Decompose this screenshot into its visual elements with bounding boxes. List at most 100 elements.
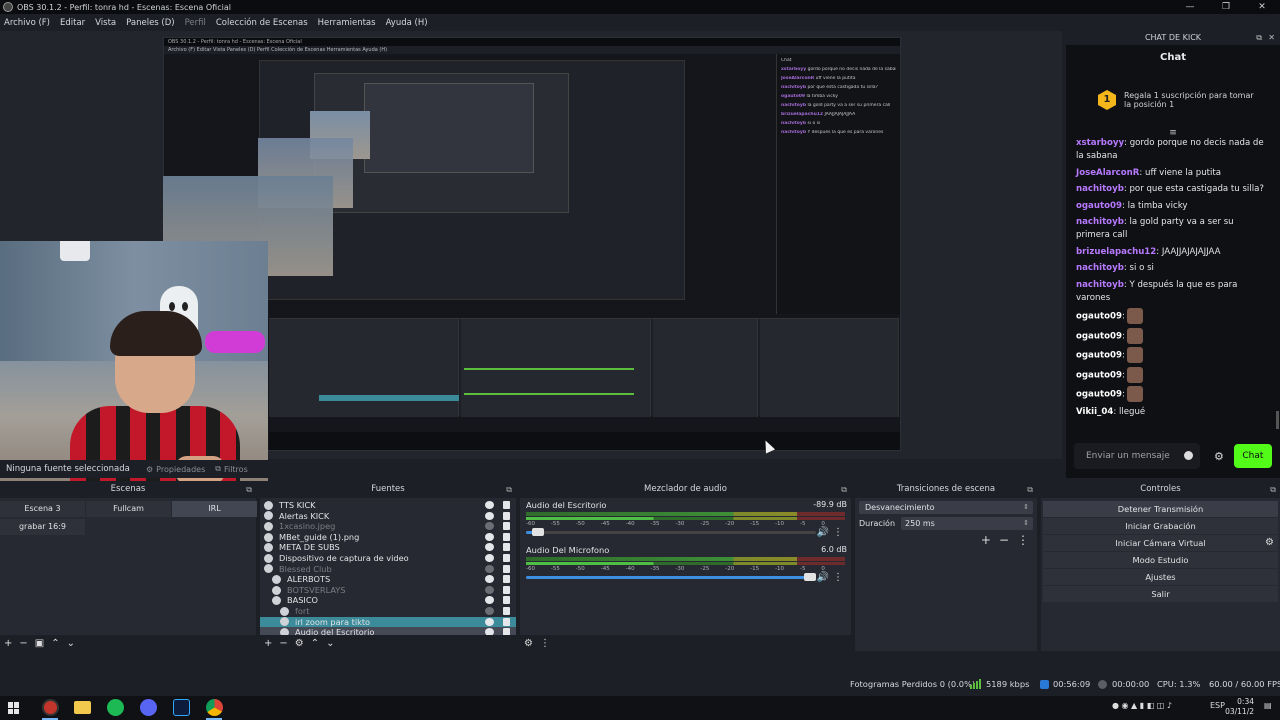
lock-icon[interactable] (503, 585, 510, 594)
channel-menu-icon[interactable]: ⋮ (833, 572, 843, 583)
minimize-button[interactable]: — (1172, 0, 1208, 14)
spotify-icon[interactable] (107, 699, 124, 716)
control-button[interactable]: Iniciar Cámara Virtual ⚙ (1043, 535, 1278, 551)
menu-docks[interactable]: Paneles (D) (126, 18, 174, 28)
scene-item[interactable]: IRL (172, 501, 257, 517)
slider-handle[interactable] (531, 528, 544, 536)
maximize-button[interactable]: ❐ (1208, 0, 1244, 14)
photoshop-icon[interactable] (173, 699, 190, 716)
lock-icon[interactable] (503, 596, 510, 605)
remove-scene-icon[interactable]: − (19, 638, 27, 649)
remove-transition-icon[interactable]: − (999, 533, 1009, 547)
source-item[interactable]: fort (260, 606, 516, 617)
mixer-menu-icon[interactable]: ⋮ (540, 638, 550, 649)
control-button[interactable]: Salir (1043, 586, 1278, 602)
filters-button[interactable]: ⧉ Filtros (215, 464, 248, 474)
remove-source-icon[interactable]: − (279, 638, 287, 649)
lock-icon[interactable] (503, 543, 510, 552)
source-item[interactable]: Dispositivo de captura de video (260, 553, 516, 564)
menu-help[interactable]: Ayuda (H) (386, 18, 428, 28)
add-transition-icon[interactable]: + (981, 533, 991, 547)
lock-icon[interactable] (503, 564, 510, 573)
menu-profile[interactable]: Perfil (185, 18, 206, 28)
chat-username[interactable]: nachitoyb (1076, 280, 1124, 290)
move-down-icon[interactable]: ⌄ (326, 638, 334, 649)
tray-icons[interactable]: ● ◉ ▲ ▮ ◧ ◫ ♪ (1112, 701, 1172, 710)
source-item[interactable]: irl zoom para tikto (260, 616, 516, 628)
chat-username[interactable]: nachitoyb (1076, 263, 1124, 273)
discord-icon[interactable] (140, 699, 157, 716)
lock-icon[interactable] (503, 606, 510, 615)
lock-icon[interactable] (503, 575, 510, 584)
visibility-eye-icon[interactable] (485, 522, 494, 531)
source-item[interactable]: ALERBOTS (260, 574, 516, 585)
chat-username[interactable]: ogauto09 (1076, 370, 1122, 380)
source-item[interactable]: MBet_guide (1).png (260, 532, 516, 543)
source-properties-gear-icon[interactable]: ⚙ (295, 638, 304, 649)
notification-icon[interactable]: ▤ (1264, 701, 1272, 710)
source-item[interactable]: META DE SUBS (260, 542, 516, 553)
chat-username[interactable]: xstarboyy (1076, 138, 1124, 148)
move-up-icon[interactable]: ⌃ (311, 638, 319, 649)
menu-file[interactable]: Archivo (F) (4, 18, 50, 28)
source-item[interactable]: TTS KICK (260, 500, 516, 511)
chat-username[interactable]: ogauto09 (1076, 331, 1122, 341)
source-item[interactable]: 1xcasino.jpeg (260, 521, 516, 532)
filter-lines-icon[interactable]: ≡ (1066, 129, 1280, 138)
scene-filters-icon[interactable]: ▣ (35, 638, 44, 649)
gift-promo[interactable]: 1 Regala 1 suscripción para tomar la pos… (1078, 75, 1268, 125)
properties-button[interactable]: ⚙ Propiedades (146, 465, 205, 474)
chat-username[interactable]: ogauto09 (1076, 390, 1122, 400)
visibility-eye-icon[interactable] (485, 575, 494, 584)
slider-handle[interactable] (804, 573, 817, 581)
lock-icon[interactable] (503, 511, 510, 520)
undock-icon[interactable]: ⧉ (1027, 481, 1033, 498)
chat-username[interactable]: ogauto09 (1076, 312, 1122, 322)
chrome-icon[interactable] (206, 699, 223, 716)
control-button[interactable]: Modo Estudio (1043, 552, 1278, 568)
visibility-eye-icon[interactable] (485, 617, 494, 626)
menu-scene-collection[interactable]: Colección de Escenas (216, 18, 308, 28)
source-item[interactable]: Alertas KICK (260, 511, 516, 522)
scene-item[interactable]: grabar 16:9 (0, 519, 85, 535)
move-down-icon[interactable]: ⌄ (67, 638, 75, 649)
virtual-camera-gear-icon[interactable]: ⚙ (1265, 535, 1274, 551)
chat-settings-gear-icon[interactable]: ⚙ (1214, 450, 1224, 463)
speaker-icon[interactable]: 🔊 (817, 527, 829, 538)
control-button[interactable]: Detener Transmisión (1043, 501, 1278, 517)
preview-canvas[interactable]: OBS 30.1.2 - Perfil: tonra hd - Escenas:… (0, 31, 1062, 491)
chat-username[interactable]: nachitoyb (1076, 217, 1124, 227)
visibility-eye-icon[interactable] (485, 511, 494, 520)
transition-menu-icon[interactable]: ⋮ (1017, 533, 1029, 547)
menu-view[interactable]: Vista (95, 18, 116, 28)
obs-app-icon[interactable] (42, 699, 59, 716)
chat-username[interactable]: brizuelapachu12 (1076, 247, 1156, 257)
visibility-eye-icon[interactable] (485, 585, 494, 594)
scene-item[interactable]: Fullcam (86, 501, 171, 517)
undock-icon[interactable]: ⧉ (841, 481, 847, 498)
visibility-eye-icon[interactable] (485, 543, 494, 552)
windows-start-icon[interactable] (8, 702, 20, 714)
visibility-eye-icon[interactable] (485, 606, 494, 615)
lock-icon[interactable] (503, 617, 510, 626)
chat-message-input[interactable]: Enviar un mensaje (1074, 443, 1200, 469)
lock-icon[interactable] (503, 532, 510, 541)
undock-icon[interactable]: ⧉ (1270, 481, 1276, 498)
add-scene-icon[interactable]: + (4, 638, 12, 649)
advanced-audio-gear-icon[interactable]: ⚙ (524, 638, 533, 649)
chat-username[interactable]: Vikii_04 (1076, 407, 1113, 417)
volume-slider[interactable] (526, 528, 816, 536)
language-indicator[interactable]: ESP (1210, 701, 1225, 710)
channel-menu-icon[interactable]: ⋮ (833, 527, 843, 538)
transition-select[interactable]: Desvanecimiento (859, 501, 1033, 514)
chat-username[interactable]: nachitoyb (1076, 184, 1124, 194)
chat-send-button[interactable]: Chat (1233, 444, 1272, 468)
menu-edit[interactable]: Editar (60, 18, 85, 28)
move-up-icon[interactable]: ⌃ (51, 638, 59, 649)
system-clock[interactable]: 0:34 03/11/2 (1225, 697, 1254, 717)
close-button[interactable]: ✕ (1244, 0, 1280, 14)
control-button[interactable]: Iniciar Grabación (1043, 518, 1278, 534)
visibility-eye-icon[interactable] (485, 564, 494, 573)
undock-icon[interactable]: ⧉ (506, 481, 512, 498)
chat-username[interactable]: ogauto09 (1076, 351, 1122, 361)
